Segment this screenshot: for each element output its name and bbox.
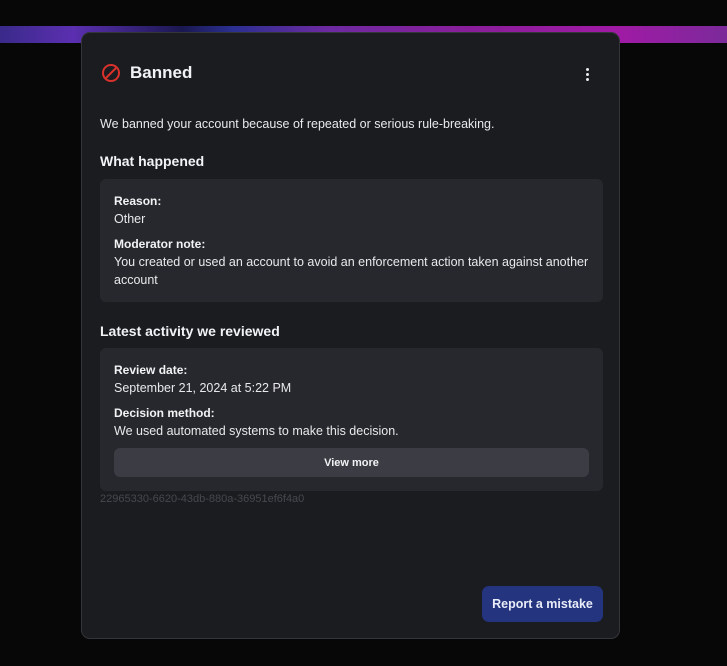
decision-method-field: Decision method: We used automated syste… — [114, 405, 589, 440]
review-date-field: Review date: September 21, 2024 at 5:22 … — [114, 362, 589, 397]
what-happened-heading: What happened — [100, 153, 205, 169]
view-more-button[interactable]: View more — [114, 448, 589, 477]
latest-activity-heading: Latest activity we reviewed — [100, 323, 280, 339]
reference-id: 22965330-6620-43db-880a-36951ef6f4a0 — [100, 493, 305, 505]
moderator-note-label: Moderator note: — [114, 237, 206, 251]
dialog-title: Banned — [130, 63, 193, 82]
latest-activity-box: Review date: September 21, 2024 at 5:22 … — [100, 348, 603, 491]
more-vertical-icon-dot — [585, 72, 589, 76]
more-options-button[interactable] — [581, 66, 593, 82]
reason-field: Reason: Other — [114, 193, 589, 228]
reason-label: Reason: — [114, 194, 162, 208]
reason-value: Other — [114, 212, 146, 226]
moderator-note-value: You created or used an account to avoid … — [114, 255, 589, 287]
what-happened-box: Reason: Other Moderator note: You create… — [100, 179, 603, 302]
decision-method-value: We used automated systems to make this d… — [114, 424, 399, 438]
report-mistake-button[interactable]: Report a mistake — [482, 586, 603, 622]
moderator-note-field: Moderator note: You created or used an a… — [114, 236, 589, 289]
review-date-value: September 21, 2024 at 5:22 PM — [114, 381, 292, 395]
ban-explanation: We banned your account because of repeat… — [100, 117, 495, 131]
more-vertical-icon-dot — [585, 77, 589, 81]
ban-icon — [102, 64, 120, 82]
decision-method-label: Decision method: — [114, 406, 215, 420]
review-date-label: Review date: — [114, 363, 188, 377]
ban-dialog: Banned We banned your account because of… — [81, 32, 620, 639]
dialog-header: Banned — [101, 63, 192, 83]
more-vertical-icon — [585, 67, 589, 71]
